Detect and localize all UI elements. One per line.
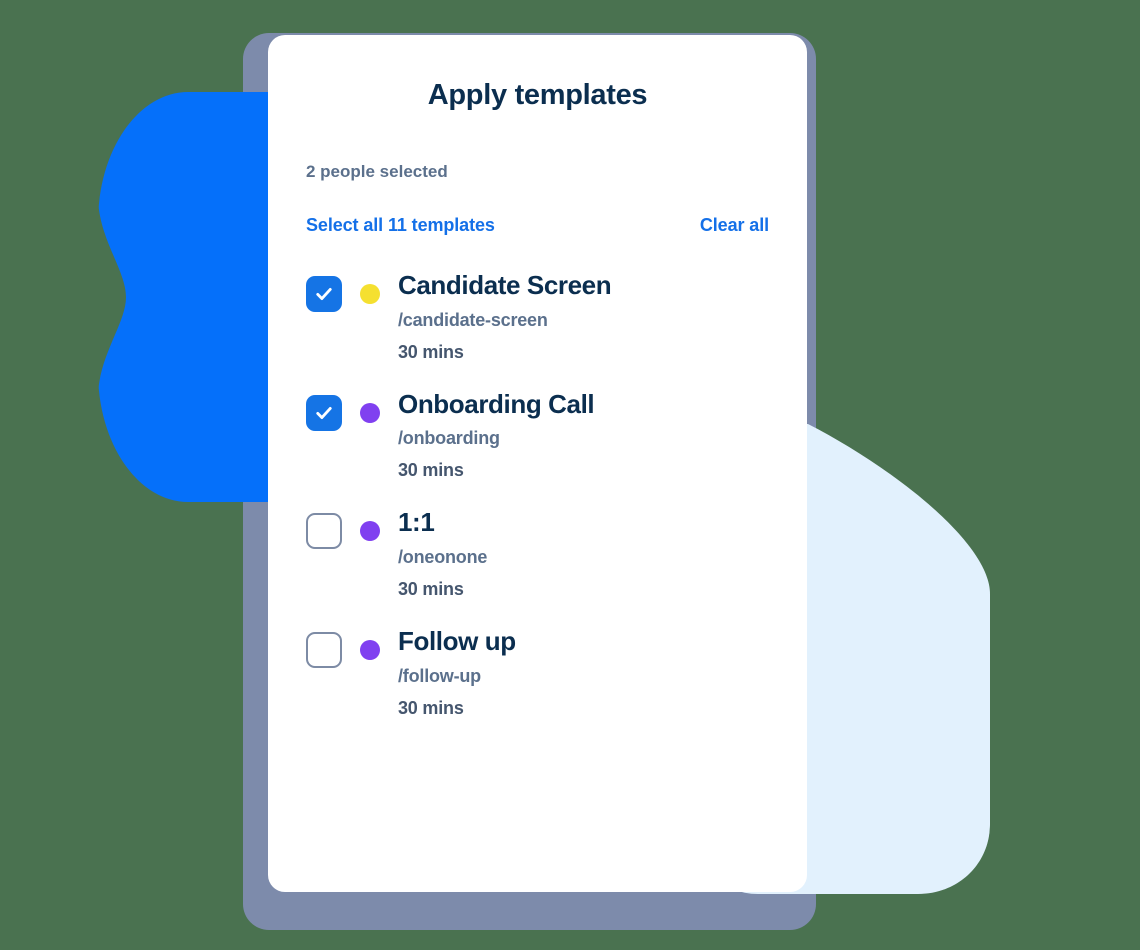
template-duration: 30 mins [398, 579, 464, 600]
selection-summary: 2 people selected [306, 162, 448, 181]
template-info: Candidate Screen/candidate-screen 30 mins [398, 270, 769, 363]
template-duration: 30 mins [398, 460, 464, 481]
template-duration: 30 mins [398, 697, 464, 718]
list-item: Onboarding Call/onboarding 30 mins [306, 389, 769, 482]
list-item: Candidate Screen/candidate-screen 30 mins [306, 270, 769, 363]
select-all-templates-button[interactable]: Select all 11 templates [306, 215, 495, 236]
bulk-actions-row: Select all 11 templates Clear all [306, 215, 769, 236]
template-checkbox[interactable] [306, 513, 342, 550]
check-icon [316, 288, 332, 300]
template-list: Candidate Screen/candidate-screen 30 mins… [306, 270, 769, 719]
template-color-dot-wrap [342, 389, 398, 423]
template-name: Onboarding Call [398, 388, 595, 419]
template-slug: /follow-up [398, 665, 481, 686]
template-slug: /onboarding [398, 428, 500, 449]
template-name: 1:1 [398, 507, 435, 538]
template-name: Follow up [398, 626, 516, 657]
template-checkbox[interactable] [306, 276, 342, 312]
template-slug: /oneonone [398, 547, 488, 568]
template-name: Candidate Screen [398, 270, 612, 300]
template-duration: 30 mins [398, 341, 464, 362]
list-item: Follow up/follow-up 30 mins [306, 626, 769, 719]
apply-templates-dialog: Apply templates 2 people selected Select… [268, 35, 807, 892]
template-info: Follow up/follow-up 30 mins [398, 626, 769, 719]
template-info: Onboarding Call/onboarding 30 mins [398, 389, 769, 482]
decorative-blue-blob [98, 92, 273, 502]
template-slug: /candidate-screen [398, 309, 548, 330]
template-color-dot-icon [360, 402, 380, 423]
template-checkbox[interactable] [306, 632, 342, 669]
template-color-dot-icon [360, 284, 380, 304]
screenshot-stage: Apply templates 2 people selected Select… [0, 0, 1140, 950]
template-checkbox[interactable] [306, 394, 342, 431]
list-item: 1:1/oneonone 30 mins [306, 507, 769, 600]
template-info: 1:1/oneonone 30 mins [398, 507, 769, 600]
clear-all-button[interactable]: Clear all [700, 215, 769, 236]
template-color-dot-icon [360, 521, 380, 542]
template-color-dot-wrap [342, 270, 398, 304]
page-title: Apply templates [427, 79, 648, 111]
template-color-dot-icon [360, 640, 380, 661]
check-icon [316, 406, 332, 419]
template-color-dot-wrap [342, 626, 398, 661]
template-color-dot-wrap [342, 507, 398, 542]
